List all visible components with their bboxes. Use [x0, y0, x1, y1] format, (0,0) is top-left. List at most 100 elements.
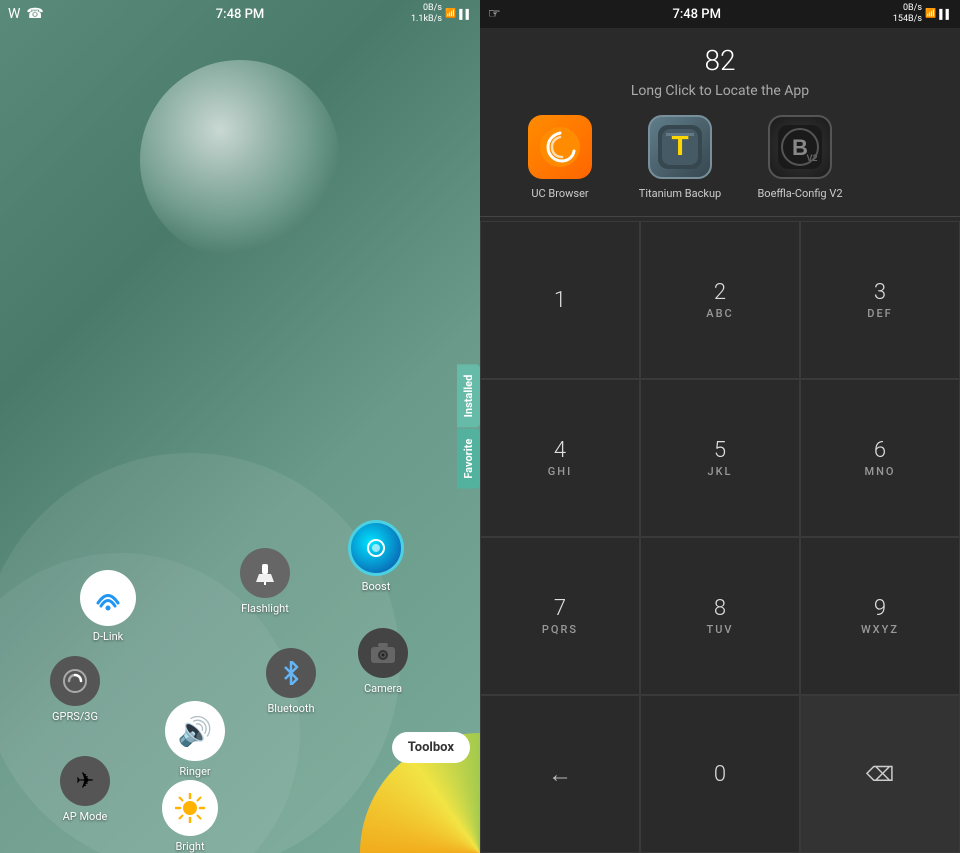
gprs-icon	[50, 656, 100, 706]
key-letters-6: MNO	[864, 465, 895, 478]
apmode-icon: ✈	[60, 756, 110, 806]
menu-item-apmode[interactable]: ✈ AP Mode	[60, 756, 110, 823]
titanium-icon: T	[648, 115, 712, 179]
key-number-9: 9	[874, 596, 886, 621]
toolbox-button[interactable]: Toolbox	[392, 732, 470, 763]
app-icon-left1: W	[8, 6, 20, 22]
left-panel: W ☎ 7:48 PM 0B/s1.1kB/s 📶 ▌▌ D-Link GPRS…	[0, 0, 480, 853]
status-bar-right: ☞ 7:48 PM 0B/s154B/s 📶 ▌▌	[480, 0, 960, 28]
app-item-boeffla[interactable]: B V2 Boeffla-Config V2	[750, 115, 850, 200]
svg-text:V2: V2	[806, 153, 817, 163]
tab-installed[interactable]: Installed	[457, 364, 480, 427]
dialpad-key-3[interactable]: 3 DEF	[800, 221, 960, 379]
key-number-1: 1	[554, 288, 566, 313]
gprs-label: GPRS/3G	[52, 710, 98, 723]
app-icon-left2: ☎	[26, 6, 43, 22]
key-number-3: 3	[874, 280, 886, 305]
bright-icon	[162, 780, 218, 836]
dialpad-key-8[interactable]: 8 TUV	[640, 537, 800, 695]
flashlight-icon	[240, 548, 290, 598]
ringer-icon: 🔊	[165, 701, 225, 761]
flashlight-label: Flashlight	[241, 602, 289, 615]
dialpad-key-4[interactable]: 4 GHI	[480, 379, 640, 537]
dialpad-row-4: ← 0 ⌫	[480, 695, 960, 853]
dlink-icon	[80, 570, 136, 626]
signal-icon-left: ▌▌	[459, 9, 472, 20]
wifi-icon-left: 📶	[445, 9, 456, 19]
signal-icon-right: ▌▌	[939, 9, 952, 20]
dialpad-key-2[interactable]: 2 ABC	[640, 221, 800, 379]
back-arrow-icon: ←	[548, 760, 572, 789]
tab-favorite[interactable]: Favorite	[457, 429, 480, 489]
drawer-hint: Long Click to Locate the App	[500, 83, 940, 99]
menu-item-camera[interactable]: Camera	[358, 628, 408, 695]
network-speed-right: 0B/s154B/s	[893, 3, 922, 25]
dialpad-row-1: 1 2 ABC 3 DEF	[480, 221, 960, 379]
divider	[480, 216, 960, 217]
menu-item-bright[interactable]: Bright	[162, 780, 218, 853]
key-number-8: 8	[714, 596, 726, 621]
status-right-left: 0B/s1.1kB/s 📶 ▌▌	[411, 3, 472, 25]
dialpad-key-0[interactable]: 0	[640, 695, 800, 853]
boost-icon	[348, 520, 404, 576]
uc-browser-label: UC Browser	[531, 187, 588, 200]
right-panel: ☞ 7:48 PM 0B/s154B/s 📶 ▌▌ 82 Long Click …	[480, 0, 960, 853]
titanium-label: Titanium Backup	[639, 187, 721, 200]
menu-item-boost[interactable]: Boost	[348, 520, 404, 593]
bluetooth-icon	[266, 648, 316, 698]
boeffla-label: Boeffla-Config V2	[757, 187, 842, 200]
status-icons-right: ☞	[488, 6, 501, 22]
dialpad-row-3: 7 PQRS 8 TUV 9 WXYZ	[480, 537, 960, 695]
status-icons-left: W ☎	[8, 6, 44, 22]
status-right-right: 0B/s154B/s 📶 ▌▌	[893, 3, 952, 25]
app-drawer: 82 Long Click to Locate the App UC Brows…	[480, 28, 960, 212]
menu-item-bluetooth[interactable]: Bluetooth	[266, 648, 316, 715]
key-letters-4: GHI	[548, 465, 572, 478]
key-number-0: 0	[714, 762, 726, 787]
dialpad-key-1[interactable]: 1	[480, 221, 640, 379]
apmode-label: AP Mode	[63, 810, 108, 823]
app-item-uc[interactable]: UC Browser	[510, 115, 610, 200]
key-letters-9: WXYZ	[861, 623, 899, 636]
menu-item-gprs[interactable]: GPRS/3G	[50, 656, 100, 723]
key-number-2: 2	[714, 280, 726, 305]
camera-label: Camera	[364, 682, 402, 695]
dialpad-key-back[interactable]: ←	[480, 695, 640, 853]
app-list: UC Browser T Titanium Backup	[500, 115, 940, 200]
ringer-label: Ringer	[179, 765, 210, 778]
key-number-5: 5	[714, 438, 726, 463]
uc-browser-icon	[528, 115, 592, 179]
app-item-titanium[interactable]: T Titanium Backup	[630, 115, 730, 200]
key-number-6: 6	[874, 438, 886, 463]
key-number-7: 7	[554, 596, 566, 621]
wifi-icon-right: 📶	[925, 9, 936, 19]
network-speed-left: 0B/s1.1kB/s	[411, 3, 442, 25]
camera-icon	[358, 628, 408, 678]
key-letters-2: ABC	[706, 307, 733, 320]
key-letters-5: JKL	[707, 465, 732, 478]
bright-label: Bright	[175, 840, 204, 853]
side-tabs: Installed Favorite	[457, 364, 480, 489]
dlink-label: D-Link	[93, 630, 124, 643]
key-letters-7: PQRS	[542, 623, 578, 636]
dialpad-key-5[interactable]: 5 JKL	[640, 379, 800, 537]
dialpad-key-9[interactable]: 9 WXYZ	[800, 537, 960, 695]
status-bar-left: W ☎ 7:48 PM 0B/s1.1kB/s 📶 ▌▌	[0, 0, 480, 28]
app-icon-right: ☞	[488, 6, 501, 22]
key-letters-8: TUV	[706, 623, 733, 636]
bluetooth-label: Bluetooth	[267, 702, 314, 715]
dialpad-row-2: 4 GHI 5 JKL 6 MNO	[480, 379, 960, 537]
key-letters-3: DEF	[867, 307, 892, 320]
dialpad-key-6[interactable]: 6 MNO	[800, 379, 960, 537]
key-number-4: 4	[554, 438, 566, 463]
menu-item-ringer[interactable]: 🔊 Ringer	[165, 701, 225, 778]
status-time-right: 7:48 PM	[672, 7, 721, 22]
boost-label: Boost	[362, 580, 391, 593]
dialpad: 1 2 ABC 3 DEF 4 GHI 5 JKL 6 MNO	[480, 221, 960, 853]
backspace-icon: ⌫	[866, 762, 894, 786]
menu-item-flashlight[interactable]: Flashlight	[240, 548, 290, 615]
menu-item-dlink[interactable]: D-Link	[80, 570, 136, 643]
light-orb	[140, 60, 340, 260]
dialpad-key-backspace[interactable]: ⌫	[800, 695, 960, 853]
dialpad-key-7[interactable]: 7 PQRS	[480, 537, 640, 695]
